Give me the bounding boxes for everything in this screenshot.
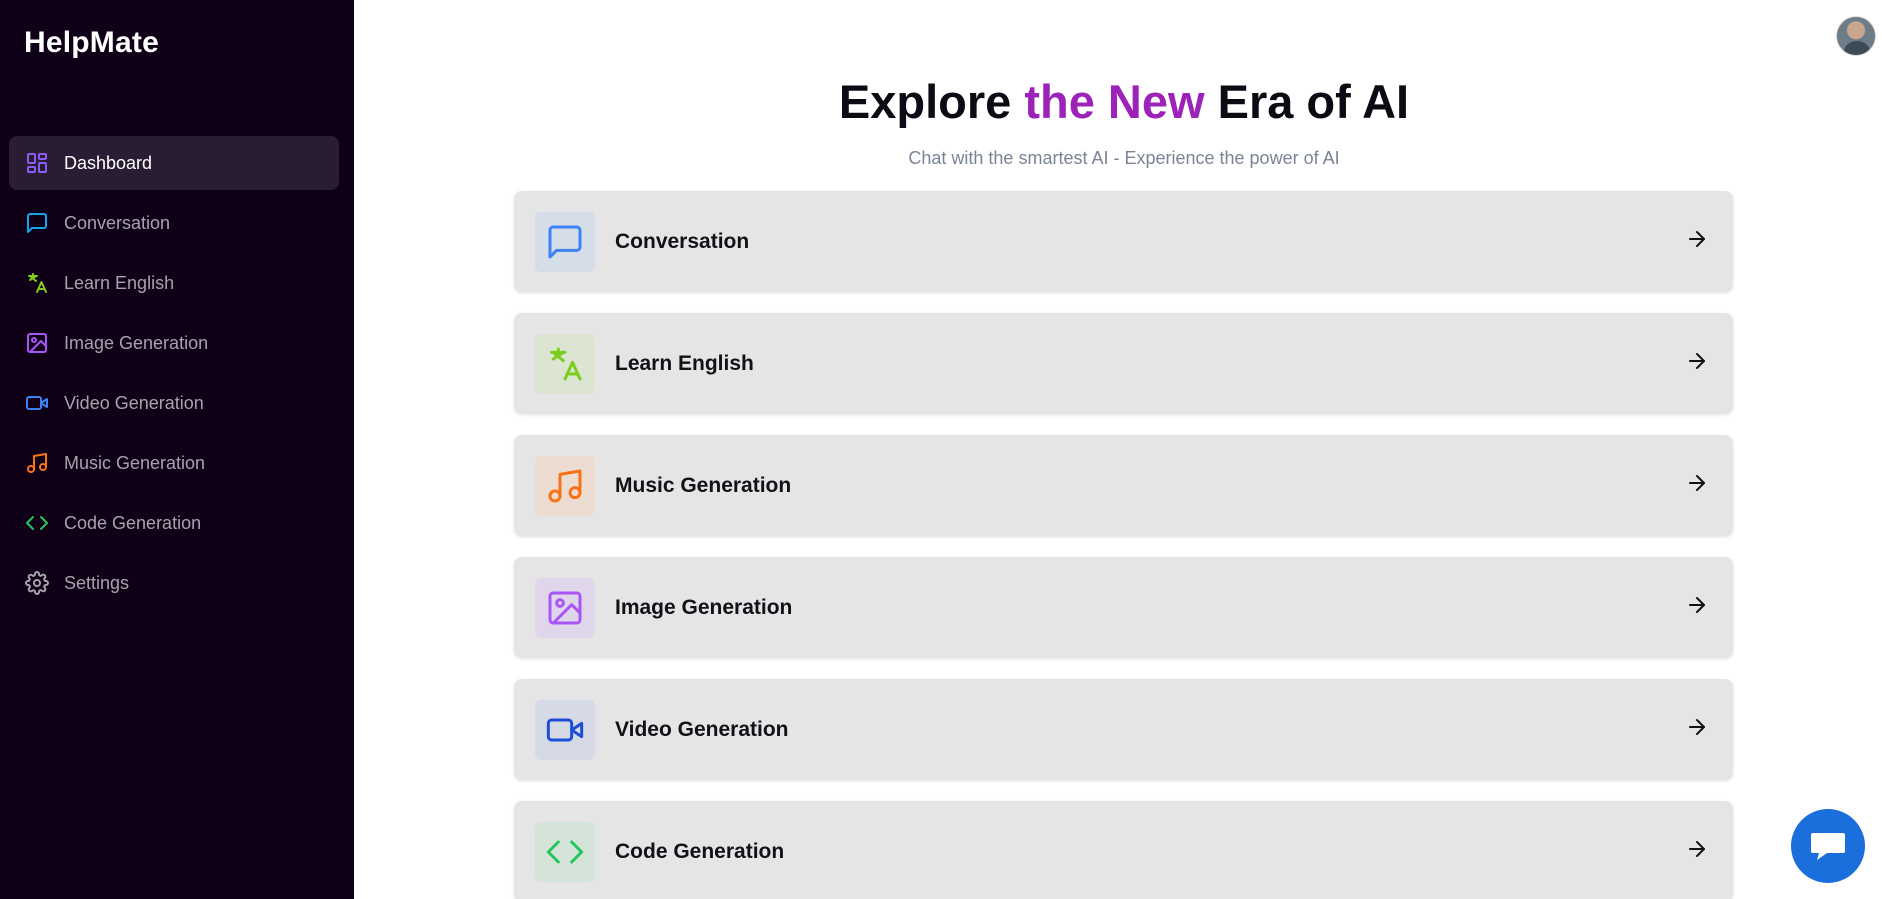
sidebar-nav: Dashboard Conversation Learn English Ima… xyxy=(9,136,339,616)
title-part-1: Explore xyxy=(838,75,1025,128)
sidebar-item-label: Conversation xyxy=(64,212,171,233)
card-learn-english[interactable]: Learn English xyxy=(514,313,1733,414)
page-title: Explore the New Era of AI xyxy=(354,74,1882,129)
chat-support-button[interactable] xyxy=(1791,809,1865,883)
card-label: Conversation xyxy=(615,229,750,253)
sidebar-item-label: Dashboard xyxy=(64,152,153,173)
title-part-2: Era of AI xyxy=(1204,75,1410,128)
card-code-generation[interactable]: Code Generation xyxy=(514,801,1733,899)
page-subtitle: Chat with the smartest AI - Experience t… xyxy=(908,148,1340,168)
sidebar: HelpMate Dashboard Conversation Learn En… xyxy=(0,0,354,899)
card-label: Image Generation xyxy=(615,595,793,619)
sidebar-item-label: Image Generation xyxy=(64,332,209,353)
chat-icon xyxy=(25,211,49,235)
arrow-right-icon xyxy=(1685,471,1709,500)
user-avatar[interactable] xyxy=(1836,16,1876,56)
image-icon xyxy=(535,577,595,638)
sidebar-item-label: Code Generation xyxy=(64,512,202,533)
sidebar-item-label: Video Generation xyxy=(64,392,204,413)
chat-bubble-icon xyxy=(1811,833,1845,860)
chat-icon xyxy=(535,211,595,272)
gear-icon xyxy=(25,571,49,595)
image-icon xyxy=(25,331,49,355)
sidebar-item-label: Music Generation xyxy=(64,452,206,473)
music-icon xyxy=(535,455,595,516)
card-label: Learn English xyxy=(615,351,754,375)
translate-icon xyxy=(25,271,49,295)
sidebar-item-learn-english[interactable]: Learn English xyxy=(9,256,339,310)
card-label: Code Generation xyxy=(615,839,785,863)
sidebar-item-music-generation[interactable]: Music Generation xyxy=(9,436,339,490)
video-icon xyxy=(535,699,595,760)
feature-card-list: Conversation Learn English Music Generat… xyxy=(514,191,1733,899)
title-accent: the New xyxy=(1024,75,1205,128)
arrow-right-icon xyxy=(1685,715,1709,744)
sidebar-item-dashboard[interactable]: Dashboard xyxy=(9,136,339,190)
arrow-right-icon xyxy=(1685,837,1709,866)
sidebar-item-label: Settings xyxy=(64,572,130,593)
app-logo[interactable]: HelpMate xyxy=(24,26,159,60)
arrow-right-icon xyxy=(1685,349,1709,378)
arrow-right-icon xyxy=(1685,593,1709,622)
music-icon xyxy=(25,451,49,475)
card-music-generation[interactable]: Music Generation xyxy=(514,435,1733,536)
card-label: Music Generation xyxy=(615,473,792,497)
code-icon xyxy=(535,821,595,882)
card-conversation[interactable]: Conversation xyxy=(514,191,1733,292)
card-video-generation[interactable]: Video Generation xyxy=(514,679,1733,780)
sidebar-item-image-generation[interactable]: Image Generation xyxy=(9,316,339,370)
sidebar-item-label: Learn English xyxy=(64,272,175,293)
translate-icon xyxy=(535,333,595,394)
dashboard-icon xyxy=(25,151,49,175)
video-icon xyxy=(25,391,49,415)
arrow-right-icon xyxy=(1685,227,1709,256)
code-icon xyxy=(25,511,49,535)
sidebar-item-settings[interactable]: Settings xyxy=(9,556,339,610)
sidebar-item-code-generation[interactable]: Code Generation xyxy=(9,496,339,550)
main-content: Explore the New Era of AI Chat with the … xyxy=(354,0,1882,899)
card-label: Video Generation xyxy=(615,717,789,741)
sidebar-item-video-generation[interactable]: Video Generation xyxy=(9,376,339,430)
card-image-generation[interactable]: Image Generation xyxy=(514,557,1733,658)
sidebar-item-conversation[interactable]: Conversation xyxy=(9,196,339,250)
